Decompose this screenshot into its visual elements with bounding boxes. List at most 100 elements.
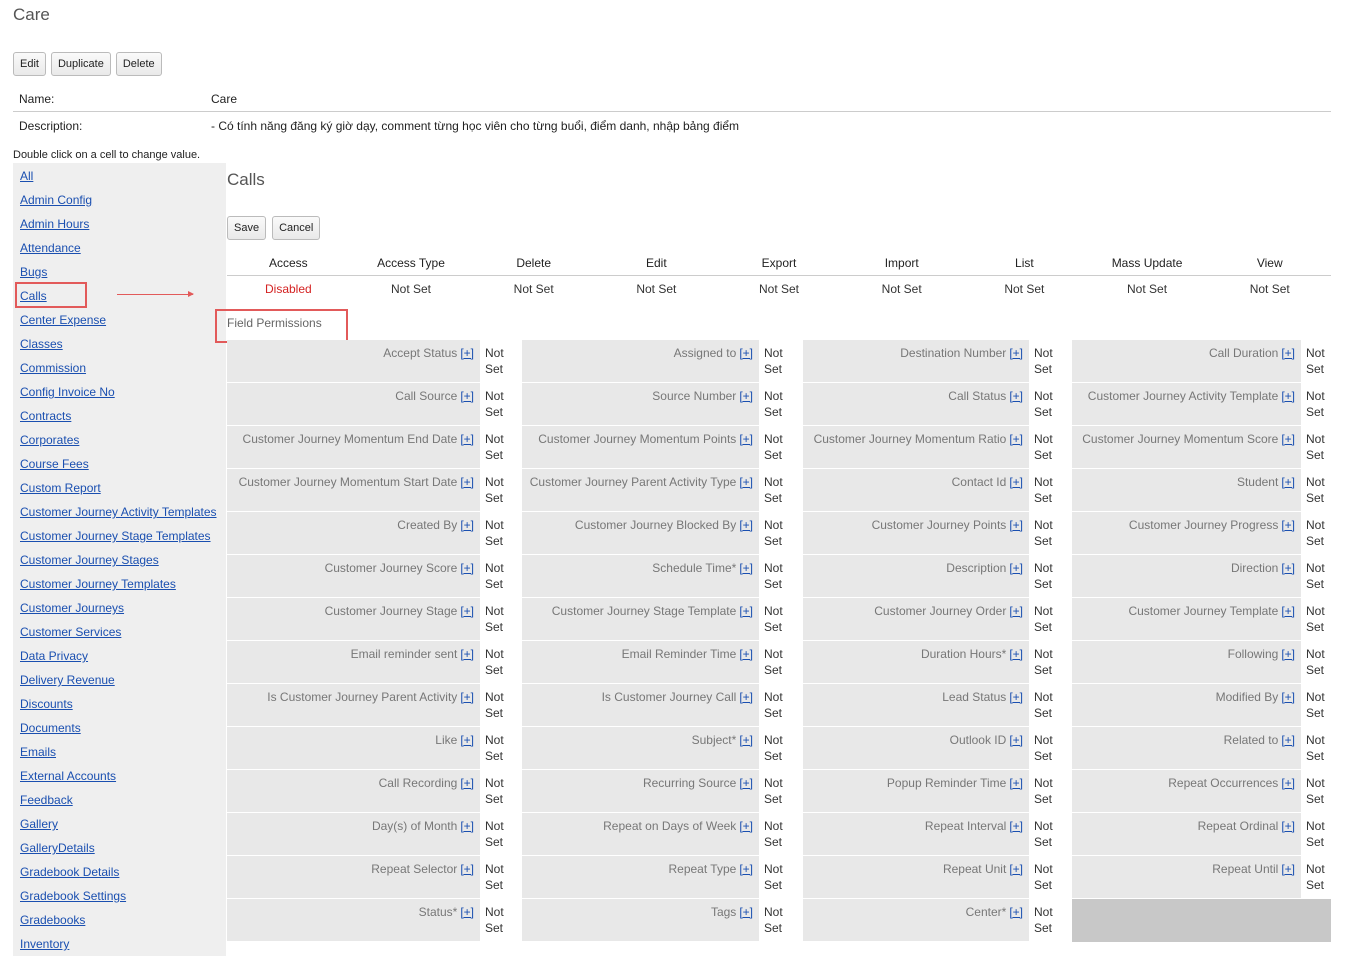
expand-field-link[interactable]: [+] — [1009, 819, 1023, 833]
field-value-cell[interactable]: Not Set — [759, 813, 803, 856]
expand-field-link[interactable]: [+] — [460, 819, 474, 833]
expand-field-link[interactable]: [+] — [1281, 432, 1295, 446]
field-value-cell[interactable]: Not Set — [1301, 426, 1331, 469]
field-value-cell[interactable]: Not Set — [759, 856, 803, 899]
expand-field-link[interactable]: [+] — [460, 561, 474, 575]
sidebar-item-course-fees[interactable]: Course Fees — [20, 456, 89, 472]
cancel-button[interactable]: Cancel — [272, 216, 321, 240]
expand-field-link[interactable]: [+] — [739, 905, 753, 919]
permission-value-cell[interactable]: Disabled — [227, 282, 350, 296]
field-value-cell[interactable]: Not Set — [1029, 899, 1072, 942]
sidebar-item-documents[interactable]: Documents — [20, 720, 81, 736]
expand-field-link[interactable]: [+] — [1281, 647, 1295, 661]
expand-field-link[interactable]: [+] — [460, 905, 474, 919]
expand-field-link[interactable]: [+] — [460, 604, 474, 618]
sidebar-item-admin-config[interactable]: Admin Config — [20, 192, 92, 208]
field-value-cell[interactable]: Not Set — [759, 469, 803, 512]
expand-field-link[interactable]: [+] — [1281, 862, 1295, 876]
expand-field-link[interactable]: [+] — [739, 819, 753, 833]
field-value-cell[interactable]: Not Set — [1029, 770, 1072, 813]
expand-field-link[interactable]: [+] — [460, 518, 474, 532]
sidebar-item-bugs[interactable]: Bugs — [20, 264, 47, 280]
expand-field-link[interactable]: [+] — [739, 776, 753, 790]
permission-value-cell[interactable]: Not Set — [595, 282, 718, 296]
expand-field-link[interactable]: [+] — [739, 561, 753, 575]
permission-value-cell[interactable]: Not Set — [1086, 282, 1209, 296]
expand-field-link[interactable]: [+] — [460, 647, 474, 661]
field-value-cell[interactable]: Not Set — [480, 813, 522, 856]
field-value-cell[interactable]: Not Set — [480, 426, 522, 469]
field-value-cell[interactable]: Not Set — [480, 512, 522, 555]
expand-field-link[interactable]: [+] — [460, 690, 474, 704]
field-value-cell[interactable]: Not Set — [759, 770, 803, 813]
sidebar-item-contracts[interactable]: Contracts — [20, 408, 71, 424]
field-value-cell[interactable]: Not Set — [759, 684, 803, 727]
expand-field-link[interactable]: [+] — [1281, 690, 1295, 704]
save-button[interactable]: Save — [227, 216, 267, 240]
field-value-cell[interactable]: Not Set — [759, 555, 803, 598]
sidebar-item-data-privacy[interactable]: Data Privacy — [20, 648, 88, 664]
sidebar-item-inventory[interactable]: Inventory — [20, 936, 69, 952]
expand-field-link[interactable]: [+] — [1009, 690, 1023, 704]
field-value-cell[interactable]: Not Set — [1029, 856, 1072, 899]
sidebar-item-customer-journey-stages[interactable]: Customer Journey Stages — [20, 552, 159, 568]
sidebar-item-external-accounts[interactable]: External Accounts — [20, 768, 116, 784]
expand-field-link[interactable]: [+] — [460, 432, 474, 446]
delete-button[interactable]: Delete — [115, 52, 162, 76]
expand-field-link[interactable]: [+] — [739, 733, 753, 747]
sidebar-item-customer-journey-templates[interactable]: Customer Journey Templates — [20, 576, 176, 592]
field-value-cell[interactable]: Not Set — [480, 770, 522, 813]
expand-field-link[interactable]: [+] — [1281, 475, 1295, 489]
field-value-cell[interactable]: Not Set — [480, 340, 522, 383]
field-value-cell[interactable]: Not Set — [480, 383, 522, 426]
expand-field-link[interactable]: [+] — [1009, 346, 1023, 360]
field-value-cell[interactable]: Not Set — [1301, 813, 1331, 856]
expand-field-link[interactable]: [+] — [460, 733, 474, 747]
field-value-cell[interactable]: Not Set — [1029, 383, 1072, 426]
field-value-cell[interactable]: Not Set — [1029, 469, 1072, 512]
permission-value-cell[interactable]: Not Set — [472, 282, 595, 296]
field-value-cell[interactable]: Not Set — [1029, 512, 1072, 555]
expand-field-link[interactable]: [+] — [739, 604, 753, 618]
expand-field-link[interactable]: [+] — [1281, 561, 1295, 575]
field-value-cell[interactable]: Not Set — [480, 856, 522, 899]
sidebar-item-emails[interactable]: Emails — [20, 744, 56, 760]
field-value-cell[interactable]: Not Set — [1301, 684, 1331, 727]
sidebar-item-commission[interactable]: Commission — [20, 360, 86, 376]
sidebar-item-gradebooks[interactable]: Gradebooks — [20, 912, 85, 928]
expand-field-link[interactable]: [+] — [739, 346, 753, 360]
sidebar-item-center-expense[interactable]: Center Expense — [20, 312, 106, 328]
sidebar-item-customer-services[interactable]: Customer Services — [20, 624, 121, 640]
expand-field-link[interactable]: [+] — [739, 862, 753, 876]
field-value-cell[interactable]: Not Set — [480, 469, 522, 512]
sidebar-item-discounts[interactable]: Discounts — [20, 696, 73, 712]
expand-field-link[interactable]: [+] — [460, 862, 474, 876]
expand-field-link[interactable]: [+] — [1009, 776, 1023, 790]
field-value-cell[interactable]: Not Set — [1301, 512, 1331, 555]
field-value-cell[interactable]: Not Set — [1301, 383, 1331, 426]
expand-field-link[interactable]: [+] — [1009, 432, 1023, 446]
edit-button[interactable]: Edit — [13, 52, 46, 76]
sidebar-item-all[interactable]: All — [20, 168, 33, 184]
field-value-cell[interactable]: Not Set — [1301, 469, 1331, 512]
sidebar-item-delivery-revenue[interactable]: Delivery Revenue — [20, 672, 115, 688]
sidebar-item-corporates[interactable]: Corporates — [20, 432, 79, 448]
field-value-cell[interactable]: Not Set — [759, 383, 803, 426]
expand-field-link[interactable]: [+] — [1009, 475, 1023, 489]
field-value-cell[interactable]: Not Set — [1029, 598, 1072, 641]
field-value-cell[interactable]: Not Set — [1029, 684, 1072, 727]
field-value-cell[interactable]: Not Set — [1029, 813, 1072, 856]
expand-field-link[interactable]: [+] — [739, 647, 753, 661]
sidebar-item-customer-journey-stage-templates[interactable]: Customer Journey Stage Templates — [20, 528, 211, 544]
field-value-cell[interactable]: Not Set — [1029, 555, 1072, 598]
field-value-cell[interactable]: Not Set — [1301, 770, 1331, 813]
expand-field-link[interactable]: [+] — [1281, 389, 1295, 403]
field-value-cell[interactable]: Not Set — [1301, 641, 1331, 684]
field-value-cell[interactable]: Not Set — [759, 340, 803, 383]
expand-field-link[interactable]: [+] — [1009, 862, 1023, 876]
expand-field-link[interactable]: [+] — [1281, 819, 1295, 833]
sidebar-item-customer-journeys[interactable]: Customer Journeys — [20, 600, 124, 616]
sidebar-item-gradebook-details[interactable]: Gradebook Details — [20, 864, 119, 880]
field-value-cell[interactable]: Not Set — [480, 727, 522, 770]
field-value-cell[interactable]: Not Set — [759, 426, 803, 469]
